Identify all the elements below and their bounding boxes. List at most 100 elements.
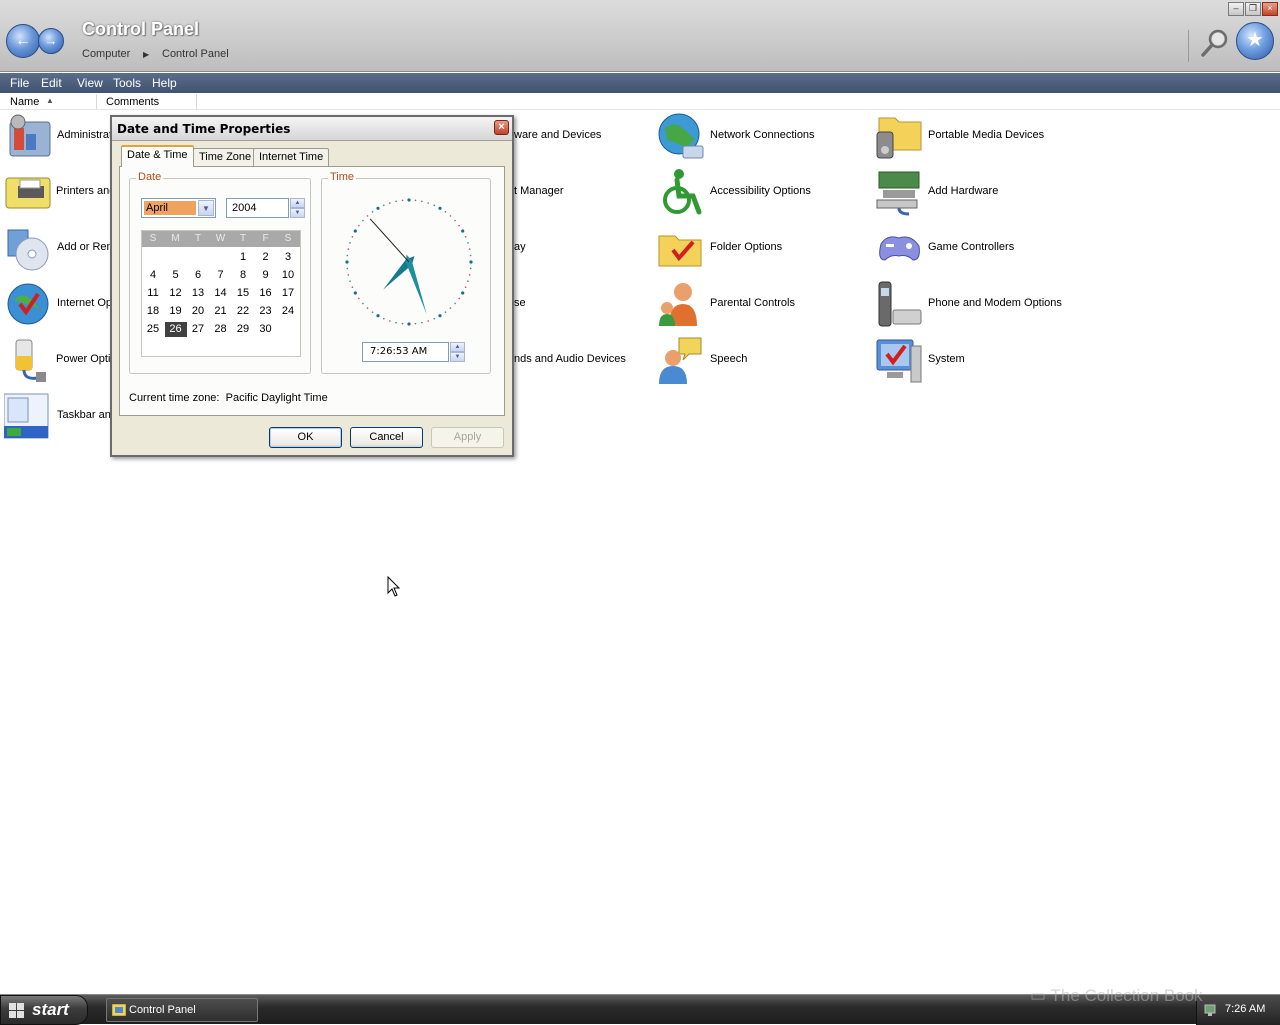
menu-view[interactable]: View [77, 76, 103, 90]
spin-down-icon[interactable]: ▼ [450, 352, 465, 362]
menu-tools[interactable]: Tools [113, 76, 141, 90]
item-label-display[interactable]: ay [514, 241, 526, 253]
year-spinner[interactable]: 2004 ▲ ▼ [226, 198, 306, 218]
calendar-day[interactable]: 2 [255, 250, 277, 265]
item-folder-options[interactable]: Folder Options [657, 224, 827, 272]
item-label-mouse[interactable]: se [514, 297, 526, 309]
calendar-day[interactable]: 27 [187, 322, 209, 337]
spin-up-icon[interactable]: ▲ [450, 342, 465, 352]
item-parental-controls[interactable]: Parental Controls [657, 280, 827, 328]
chevron-down-icon[interactable]: ▼ [198, 200, 214, 216]
month-dropdown[interactable]: April ▼ [141, 198, 216, 218]
calendar-day[interactable]: 22 [232, 304, 254, 319]
calendar-day[interactable]: 23 [255, 304, 277, 319]
clock-minute-mark [414, 199, 417, 202]
taskbar-button-control-panel[interactable]: Control Panel [106, 998, 258, 1022]
ok-button[interactable]: OK [269, 427, 342, 448]
apply-button[interactable]: Apply [431, 427, 504, 448]
dialog-close-icon[interactable]: × [494, 120, 509, 135]
item-network-connections[interactable]: Network Connections [657, 112, 827, 160]
calendar-day[interactable]: 16 [255, 286, 277, 301]
item-portable-media-devices[interactable]: Portable Media Devices [875, 112, 1075, 160]
menu-file[interactable]: File [10, 76, 29, 90]
calendar-day[interactable]: 11 [142, 286, 164, 301]
menu-help[interactable]: Help [152, 76, 177, 90]
year-field[interactable]: 2004 [226, 198, 289, 218]
calendar-day[interactable]: 15 [232, 286, 254, 301]
calendar-day[interactable]: 3 [277, 250, 299, 265]
item-taskbar-start-menu[interactable]: Taskbar an [3, 392, 114, 440]
calendar-day[interactable]: 29 [232, 322, 254, 337]
item-internet-options[interactable]: Internet Op [4, 280, 114, 328]
calendar-day[interactable]: 1 [232, 250, 254, 265]
calendar-day-selected[interactable]: 26 [164, 322, 187, 337]
tab-internet-time[interactable]: Internet Time [253, 148, 330, 166]
column-name[interactable]: Name [10, 96, 39, 108]
item-add-remove-programs[interactable]: Add or Rem [4, 224, 116, 272]
calendar-day[interactable]: 18 [142, 304, 164, 319]
clock-minute-mark [427, 202, 429, 204]
search-icon[interactable] [1200, 28, 1230, 58]
time-spinner[interactable]: 7:26:53 AM ▲ ▼ [362, 342, 467, 362]
calendar-day[interactable]: 5 [165, 268, 187, 283]
item-label-device-manager[interactable]: t Manager [514, 185, 564, 197]
clock-minute-mark [433, 317, 436, 320]
calendar-day[interactable]: 12 [165, 286, 187, 301]
back-button[interactable]: ← [6, 24, 40, 58]
item-label: Network Connections [710, 129, 815, 141]
calendar-day[interactable]: 14 [210, 286, 232, 301]
column-comments[interactable]: Comments [106, 96, 159, 108]
item-power-options[interactable]: Power Opti [4, 336, 114, 384]
calendar-day[interactable]: 24 [277, 304, 299, 319]
item-system[interactable]: System [875, 336, 1075, 384]
breadcrumb-computer[interactable]: Computer [82, 48, 130, 60]
item-phone-modem-options[interactable]: Phone and Modem Options [875, 280, 1075, 328]
calendar-day[interactable]: 21 [210, 304, 232, 319]
column-divider[interactable] [96, 94, 97, 109]
calendar-day[interactable]: 4 [142, 268, 164, 283]
calendar-day[interactable]: 9 [255, 268, 277, 283]
tab-time-zone[interactable]: Time Zone [193, 148, 258, 166]
menu-edit[interactable]: Edit [41, 76, 62, 90]
item-label: System [928, 353, 965, 365]
item-label-hardware-devices[interactable]: ware and Devices [514, 129, 601, 141]
calendar-day[interactable]: 28 [210, 322, 232, 337]
calendar-day[interactable]: 19 [165, 304, 187, 319]
calendar-day[interactable]: 25 [142, 322, 164, 337]
dialog-titlebar[interactable]: Date and Time Properties × [112, 117, 512, 141]
spin-up-icon[interactable]: ▲ [290, 198, 305, 208]
time-zone-label: Current time zone: [129, 392, 220, 404]
calendar-day[interactable]: 7 [210, 268, 232, 283]
start-button[interactable]: start [0, 995, 88, 1025]
calendar-day[interactable]: 20 [187, 304, 209, 319]
breadcrumb-control-panel[interactable]: Control Panel [162, 48, 229, 60]
item-game-controllers[interactable]: Game Controllers [875, 224, 1075, 272]
restore-button[interactable]: ❐ [1245, 2, 1261, 16]
close-window-button[interactable]: × [1262, 2, 1278, 16]
item-administrative-tools[interactable]: Administrat [4, 112, 114, 160]
item-add-hardware[interactable]: Add Hardware [875, 168, 1075, 216]
calendar-day[interactable]: 30 [255, 322, 277, 337]
calendar-day[interactable]: 17 [277, 286, 299, 301]
calendar-day[interactable]: 13 [187, 286, 209, 301]
network-tray-icon[interactable] [1203, 1003, 1217, 1017]
clock-hour-mark [461, 291, 465, 295]
tray-clock[interactable]: 7:26 AM [1225, 1003, 1265, 1015]
column-divider[interactable] [196, 94, 197, 109]
tab-date-time[interactable]: Date & Time [121, 145, 194, 167]
spin-down-icon[interactable]: ▼ [290, 208, 305, 218]
item-speech[interactable]: Speech [657, 336, 827, 384]
item-accessibility-options[interactable]: Accessibility Options [657, 168, 827, 216]
accessibility-icon [657, 168, 705, 216]
favorites-star-button[interactable]: ★ [1236, 22, 1274, 60]
item-label-sounds-audio[interactable]: nds and Audio Devices [514, 353, 626, 365]
calendar-day[interactable]: 8 [232, 268, 254, 283]
minimize-button[interactable]: – [1228, 2, 1244, 16]
calendar-day[interactable]: 10 [277, 268, 299, 283]
time-field[interactable]: 7:26:53 AM [362, 342, 449, 362]
calendar-day[interactable]: 6 [187, 268, 209, 283]
cancel-button[interactable]: Cancel [350, 427, 423, 448]
month-calendar[interactable]: SMTWTFS 1 2 3 4 5 6 7 8 9 10 11 12 13 14 15 16 17 18 19 20 2… [141, 230, 301, 357]
forward-button[interactable]: → [38, 28, 64, 54]
item-printers[interactable]: Printers and [4, 168, 115, 216]
